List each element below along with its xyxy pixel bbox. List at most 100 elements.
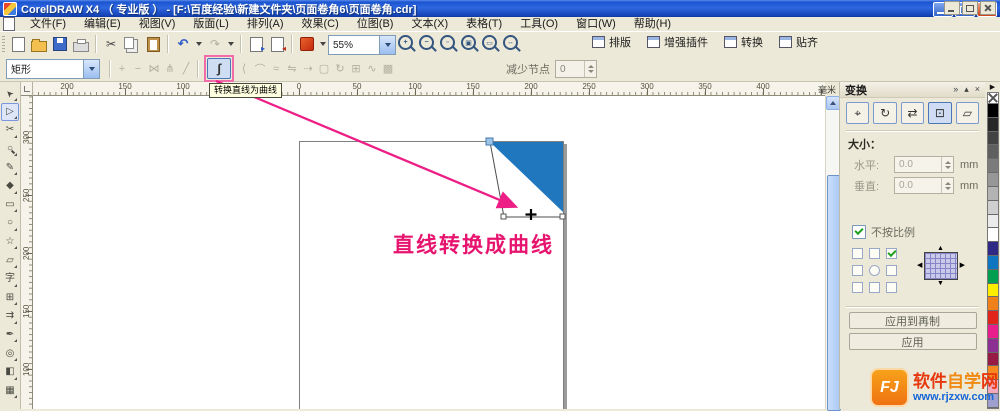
apply-to-duplicate-button[interactable]: 应用到再制 (848, 312, 977, 329)
toolbox-tool[interactable]: ✒ (1, 326, 19, 345)
docker-collapse-icon[interactable]: » (953, 84, 958, 95)
color-swatch[interactable] (987, 255, 998, 270)
anchor-checkbox[interactable] (852, 248, 863, 259)
transform-mode-button[interactable]: ⌖ (846, 102, 870, 124)
magnifier-icon[interactable]: − (419, 35, 434, 50)
toolbox-tool[interactable]: ◎ (1, 344, 19, 363)
menu-item[interactable]: 位图(B) (348, 17, 403, 31)
import-icon[interactable]: ▸ (246, 34, 266, 54)
toolbox-tool[interactable]: ◧ (1, 363, 19, 382)
anchor-checkbox[interactable] (886, 265, 897, 276)
toolbox-tool[interactable]: 字 (1, 270, 19, 289)
toolbox-tool[interactable]: ✎ (1, 158, 19, 177)
apply-button[interactable]: 应用 (848, 333, 977, 350)
transform-mode-button[interactable]: ▱ (955, 102, 980, 124)
curve-node[interactable] (559, 213, 566, 220)
color-swatch[interactable] (987, 214, 998, 229)
doc-minimize-button[interactable] (944, 1, 960, 15)
toolbox-tool[interactable]: ▭ (1, 196, 19, 215)
color-swatch[interactable] (987, 200, 998, 215)
undo-icon[interactable]: ↶ (173, 34, 193, 54)
node-tool-icon[interactable]: ╱ (178, 60, 194, 77)
toolbox-tool[interactable]: ○ (1, 214, 19, 233)
node-tool-icon[interactable]: ▩ (380, 60, 396, 77)
toolbox-tool[interactable]: ▦ (1, 382, 19, 401)
color-swatch[interactable] (987, 186, 998, 201)
zoom-level-combo[interactable]: 55% (328, 35, 396, 55)
toolbox-tool[interactable]: ⇉ (1, 307, 19, 326)
node-tool-icon[interactable]: ⟨ (236, 60, 252, 77)
vertical-input[interactable]: 0.0 (894, 177, 954, 194)
print-icon[interactable] (71, 34, 91, 54)
menu-item[interactable]: 帮助(H) (625, 17, 680, 31)
transform-mode-button[interactable]: ⊡ (928, 102, 952, 124)
toolbox-tool[interactable]: ◆ (1, 177, 19, 196)
anchor-checkbox[interactable] (886, 282, 897, 293)
open-icon[interactable] (29, 34, 49, 54)
node-tool-icon[interactable]: ⇢ (300, 60, 316, 77)
non-proportional-checkbox[interactable] (852, 225, 866, 239)
toolbox-tool[interactable]: ⊞ (1, 289, 19, 308)
docker-close-icon[interactable]: × (975, 84, 980, 95)
undo-dropdown-icon[interactable] (196, 42, 202, 46)
palette-flyout-icon[interactable]: ▶ (990, 83, 995, 92)
anchor-center[interactable] (869, 265, 880, 276)
node-tool-icon[interactable]: ⋈ (146, 60, 162, 77)
menu-item[interactable]: 文本(X) (402, 17, 457, 31)
export-icon[interactable]: ◂ (267, 34, 287, 54)
anchor-checkbox-checked[interactable] (886, 248, 897, 259)
node-tool-icon[interactable]: − (130, 60, 146, 77)
node-tool-icon[interactable]: ⊞ (348, 60, 364, 77)
color-swatch[interactable] (987, 352, 998, 367)
no-color-swatch[interactable] (986, 92, 999, 104)
anchor-checkbox[interactable] (852, 265, 863, 276)
menu-item[interactable]: 窗口(W) (567, 17, 625, 31)
redo-dropdown-icon[interactable] (228, 42, 234, 46)
node-tool-icon[interactable]: ⋔ (162, 60, 178, 77)
scroll-up-button[interactable] (826, 96, 840, 110)
anchor-checkbox[interactable] (869, 282, 880, 293)
toolbox-tool[interactable]: ➤ (1, 84, 19, 103)
color-swatch[interactable] (987, 242, 998, 256)
app-launcher-icon[interactable] (297, 34, 317, 54)
toolbox-tool[interactable]: ○ (1, 140, 19, 159)
cut-icon[interactable]: ✂ (101, 34, 121, 54)
color-swatch[interactable] (987, 117, 998, 132)
color-swatch[interactable] (987, 283, 998, 298)
toolbox-tool[interactable]: ☆ (1, 233, 19, 252)
menu-item[interactable]: 效果(C) (293, 17, 348, 31)
node-tool-icon[interactable]: ≈ (268, 60, 284, 77)
curve-node[interactable] (500, 213, 507, 220)
docked-toolbar-button[interactable]: 增强插件 (647, 34, 708, 50)
vertical-scrollbar[interactable] (825, 96, 841, 411)
color-swatch[interactable] (987, 325, 998, 339)
curve-node-selected[interactable] (485, 137, 494, 146)
anchor-checkbox[interactable] (852, 282, 863, 293)
toolbox-tool[interactable]: ▷ (1, 102, 19, 122)
color-swatch[interactable] (987, 104, 998, 118)
drawing-canvas[interactable]: 直线转换成曲线 (33, 96, 825, 409)
node-tool-icon[interactable]: ⇋ (284, 60, 300, 77)
color-swatch[interactable] (987, 173, 998, 187)
redo-icon[interactable]: ↷ (205, 34, 225, 54)
docked-toolbar-button[interactable]: 排版 (592, 34, 631, 50)
color-swatch[interactable] (987, 131, 998, 146)
magnifier-icon[interactable]: ↔ (503, 35, 518, 50)
node-tool-icon[interactable]: + (114, 60, 130, 77)
docker-shade-icon[interactable]: ▴ (964, 84, 969, 95)
shape-preset-combo[interactable]: 矩形 (6, 58, 100, 79)
copy-icon[interactable] (122, 34, 142, 54)
magnifier-icon[interactable]: ▭ (482, 35, 497, 50)
doc-restore-button[interactable] (962, 1, 978, 15)
launcher-dropdown-icon[interactable] (320, 42, 326, 46)
color-swatch[interactable] (987, 159, 998, 174)
magnifier-icon[interactable]: ▫ (440, 35, 455, 50)
doc-close-button[interactable] (980, 1, 996, 15)
node-tool-icon[interactable]: ∿ (364, 60, 380, 77)
magnifier-icon[interactable]: ▣ (461, 35, 476, 50)
node-tool-icon[interactable]: ↻ (332, 60, 348, 77)
ruler-origin[interactable] (21, 82, 33, 96)
anchor-checkbox[interactable] (869, 248, 880, 259)
combo-dropdown-icon[interactable] (379, 36, 395, 54)
color-swatch[interactable] (987, 338, 998, 353)
